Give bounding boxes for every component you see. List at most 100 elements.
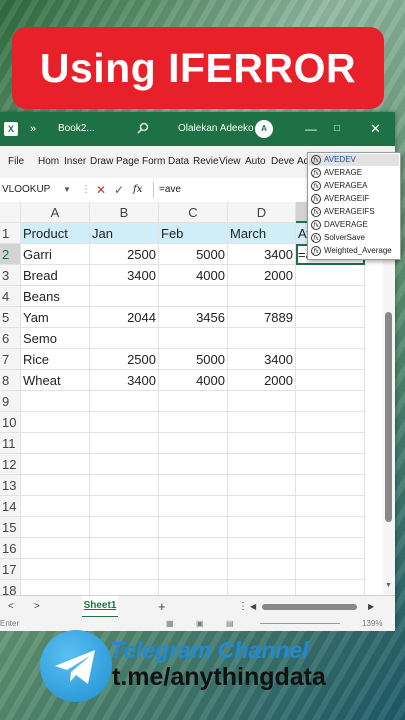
- row-header[interactable]: 4: [0, 286, 21, 307]
- formula-input[interactable]: =ave: [159, 178, 181, 202]
- table-cell[interactable]: [296, 265, 365, 286]
- table-cell[interactable]: 2000: [228, 265, 296, 286]
- table-cell[interactable]: [90, 412, 159, 433]
- ribbon-tab[interactable]: File: [8, 146, 24, 178]
- row-header[interactable]: 18: [0, 580, 21, 595]
- table-cell[interactable]: [159, 580, 228, 595]
- table-cell[interactable]: Garri: [21, 244, 90, 265]
- enter-button[interactable]: ✓: [114, 178, 124, 202]
- table-cell[interactable]: [228, 559, 296, 580]
- table-cell[interactable]: [159, 475, 228, 496]
- table-cell[interactable]: [21, 454, 90, 475]
- scroll-right-icon[interactable]: ▶: [368, 596, 374, 618]
- row-header[interactable]: 1: [0, 223, 21, 244]
- table-cell[interactable]: [296, 433, 365, 454]
- ribbon-tab[interactable]: Page: [116, 146, 139, 178]
- table-cell[interactable]: [21, 517, 90, 538]
- table-cell[interactable]: [159, 559, 228, 580]
- table-cell[interactable]: 3400: [90, 370, 159, 391]
- table-cell[interactable]: [296, 454, 365, 475]
- table-cell[interactable]: [228, 433, 296, 454]
- table-cell[interactable]: [296, 538, 365, 559]
- scroll-down-icon[interactable]: ▼: [385, 582, 392, 589]
- ribbon-tab[interactable]: Auto: [245, 146, 266, 178]
- insert-function-button[interactable]: fx: [133, 178, 142, 202]
- table-cell[interactable]: 3400: [228, 244, 296, 265]
- table-cell[interactable]: March: [228, 223, 296, 244]
- scrollbar-thumb[interactable]: [385, 312, 392, 522]
- table-cell[interactable]: [90, 454, 159, 475]
- table-cell[interactable]: [228, 286, 296, 307]
- prev-sheet-button[interactable]: <: [8, 596, 14, 618]
- table-cell[interactable]: [90, 328, 159, 349]
- table-cell[interactable]: [159, 517, 228, 538]
- table-cell[interactable]: [90, 286, 159, 307]
- user-name[interactable]: Olalekan Adeeko: [178, 112, 254, 146]
- row-header[interactable]: 15: [0, 517, 21, 538]
- vertical-scrollbar[interactable]: ▲ ▼: [383, 202, 395, 595]
- table-cell[interactable]: [21, 538, 90, 559]
- table-cell[interactable]: [90, 559, 159, 580]
- table-cell[interactable]: [159, 412, 228, 433]
- table-cell[interactable]: [21, 412, 90, 433]
- more-commands-button[interactable]: »: [30, 112, 36, 146]
- maximize-button[interactable]: □: [334, 112, 340, 146]
- table-cell[interactable]: [90, 517, 159, 538]
- table-cell[interactable]: 2000: [228, 370, 296, 391]
- table-cell[interactable]: [228, 328, 296, 349]
- table-cell[interactable]: [90, 496, 159, 517]
- table-cell[interactable]: [228, 538, 296, 559]
- row-header[interactable]: 11: [0, 433, 21, 454]
- table-cell[interactable]: [21, 496, 90, 517]
- spreadsheet-grid[interactable]: ABCDE1ProductJanFebMarchAverage2Garri250…: [0, 202, 395, 595]
- table-cell[interactable]: [90, 580, 159, 595]
- row-header[interactable]: 5: [0, 307, 21, 328]
- table-cell[interactable]: [90, 391, 159, 412]
- table-cell[interactable]: [296, 370, 365, 391]
- add-sheet-button[interactable]: +: [158, 596, 166, 618]
- table-cell[interactable]: [296, 307, 365, 328]
- table-cell[interactable]: [296, 391, 365, 412]
- row-header[interactable]: 10: [0, 412, 21, 433]
- table-cell[interactable]: [159, 391, 228, 412]
- table-cell[interactable]: [228, 412, 296, 433]
- table-cell[interactable]: [159, 328, 228, 349]
- row-header[interactable]: 2: [0, 244, 21, 265]
- table-cell[interactable]: 4000: [159, 265, 228, 286]
- select-all-corner[interactable]: [0, 202, 21, 223]
- table-cell[interactable]: [159, 538, 228, 559]
- table-cell[interactable]: [296, 328, 365, 349]
- table-cell[interactable]: 3400: [90, 265, 159, 286]
- autocomplete-item[interactable]: fx DAVERAGE: [309, 219, 399, 231]
- row-header[interactable]: 14: [0, 496, 21, 517]
- row-header[interactable]: 12: [0, 454, 21, 475]
- table-cell[interactable]: [296, 286, 365, 307]
- table-cell[interactable]: Bread: [21, 265, 90, 286]
- table-cell[interactable]: [21, 580, 90, 595]
- autocomplete-item[interactable]: fx AVERAGE: [309, 167, 399, 179]
- table-cell[interactable]: [90, 538, 159, 559]
- table-cell[interactable]: 3400: [228, 349, 296, 370]
- column-header[interactable]: D: [228, 202, 296, 223]
- table-cell[interactable]: Feb: [159, 223, 228, 244]
- table-cell[interactable]: [159, 496, 228, 517]
- sheet-tab[interactable]: Sheet1: [82, 596, 118, 618]
- table-cell[interactable]: 5000: [159, 349, 228, 370]
- table-cell[interactable]: [21, 391, 90, 412]
- row-header[interactable]: 16: [0, 538, 21, 559]
- table-cell[interactable]: [90, 475, 159, 496]
- table-cell[interactable]: [228, 475, 296, 496]
- ribbon-tab[interactable]: Revie: [193, 146, 219, 178]
- normal-view-icon[interactable]: ▦: [166, 617, 174, 631]
- minimize-button[interactable]: —: [305, 112, 317, 146]
- table-cell[interactable]: 2044: [90, 307, 159, 328]
- table-cell[interactable]: [296, 517, 365, 538]
- table-cell[interactable]: 5000: [159, 244, 228, 265]
- table-cell[interactable]: [21, 433, 90, 454]
- table-cell[interactable]: [296, 412, 365, 433]
- table-cell[interactable]: [296, 559, 365, 580]
- page-layout-icon[interactable]: ▣: [196, 617, 204, 631]
- row-header[interactable]: 17: [0, 559, 21, 580]
- next-sheet-button[interactable]: >: [34, 596, 40, 618]
- table-cell[interactable]: [159, 286, 228, 307]
